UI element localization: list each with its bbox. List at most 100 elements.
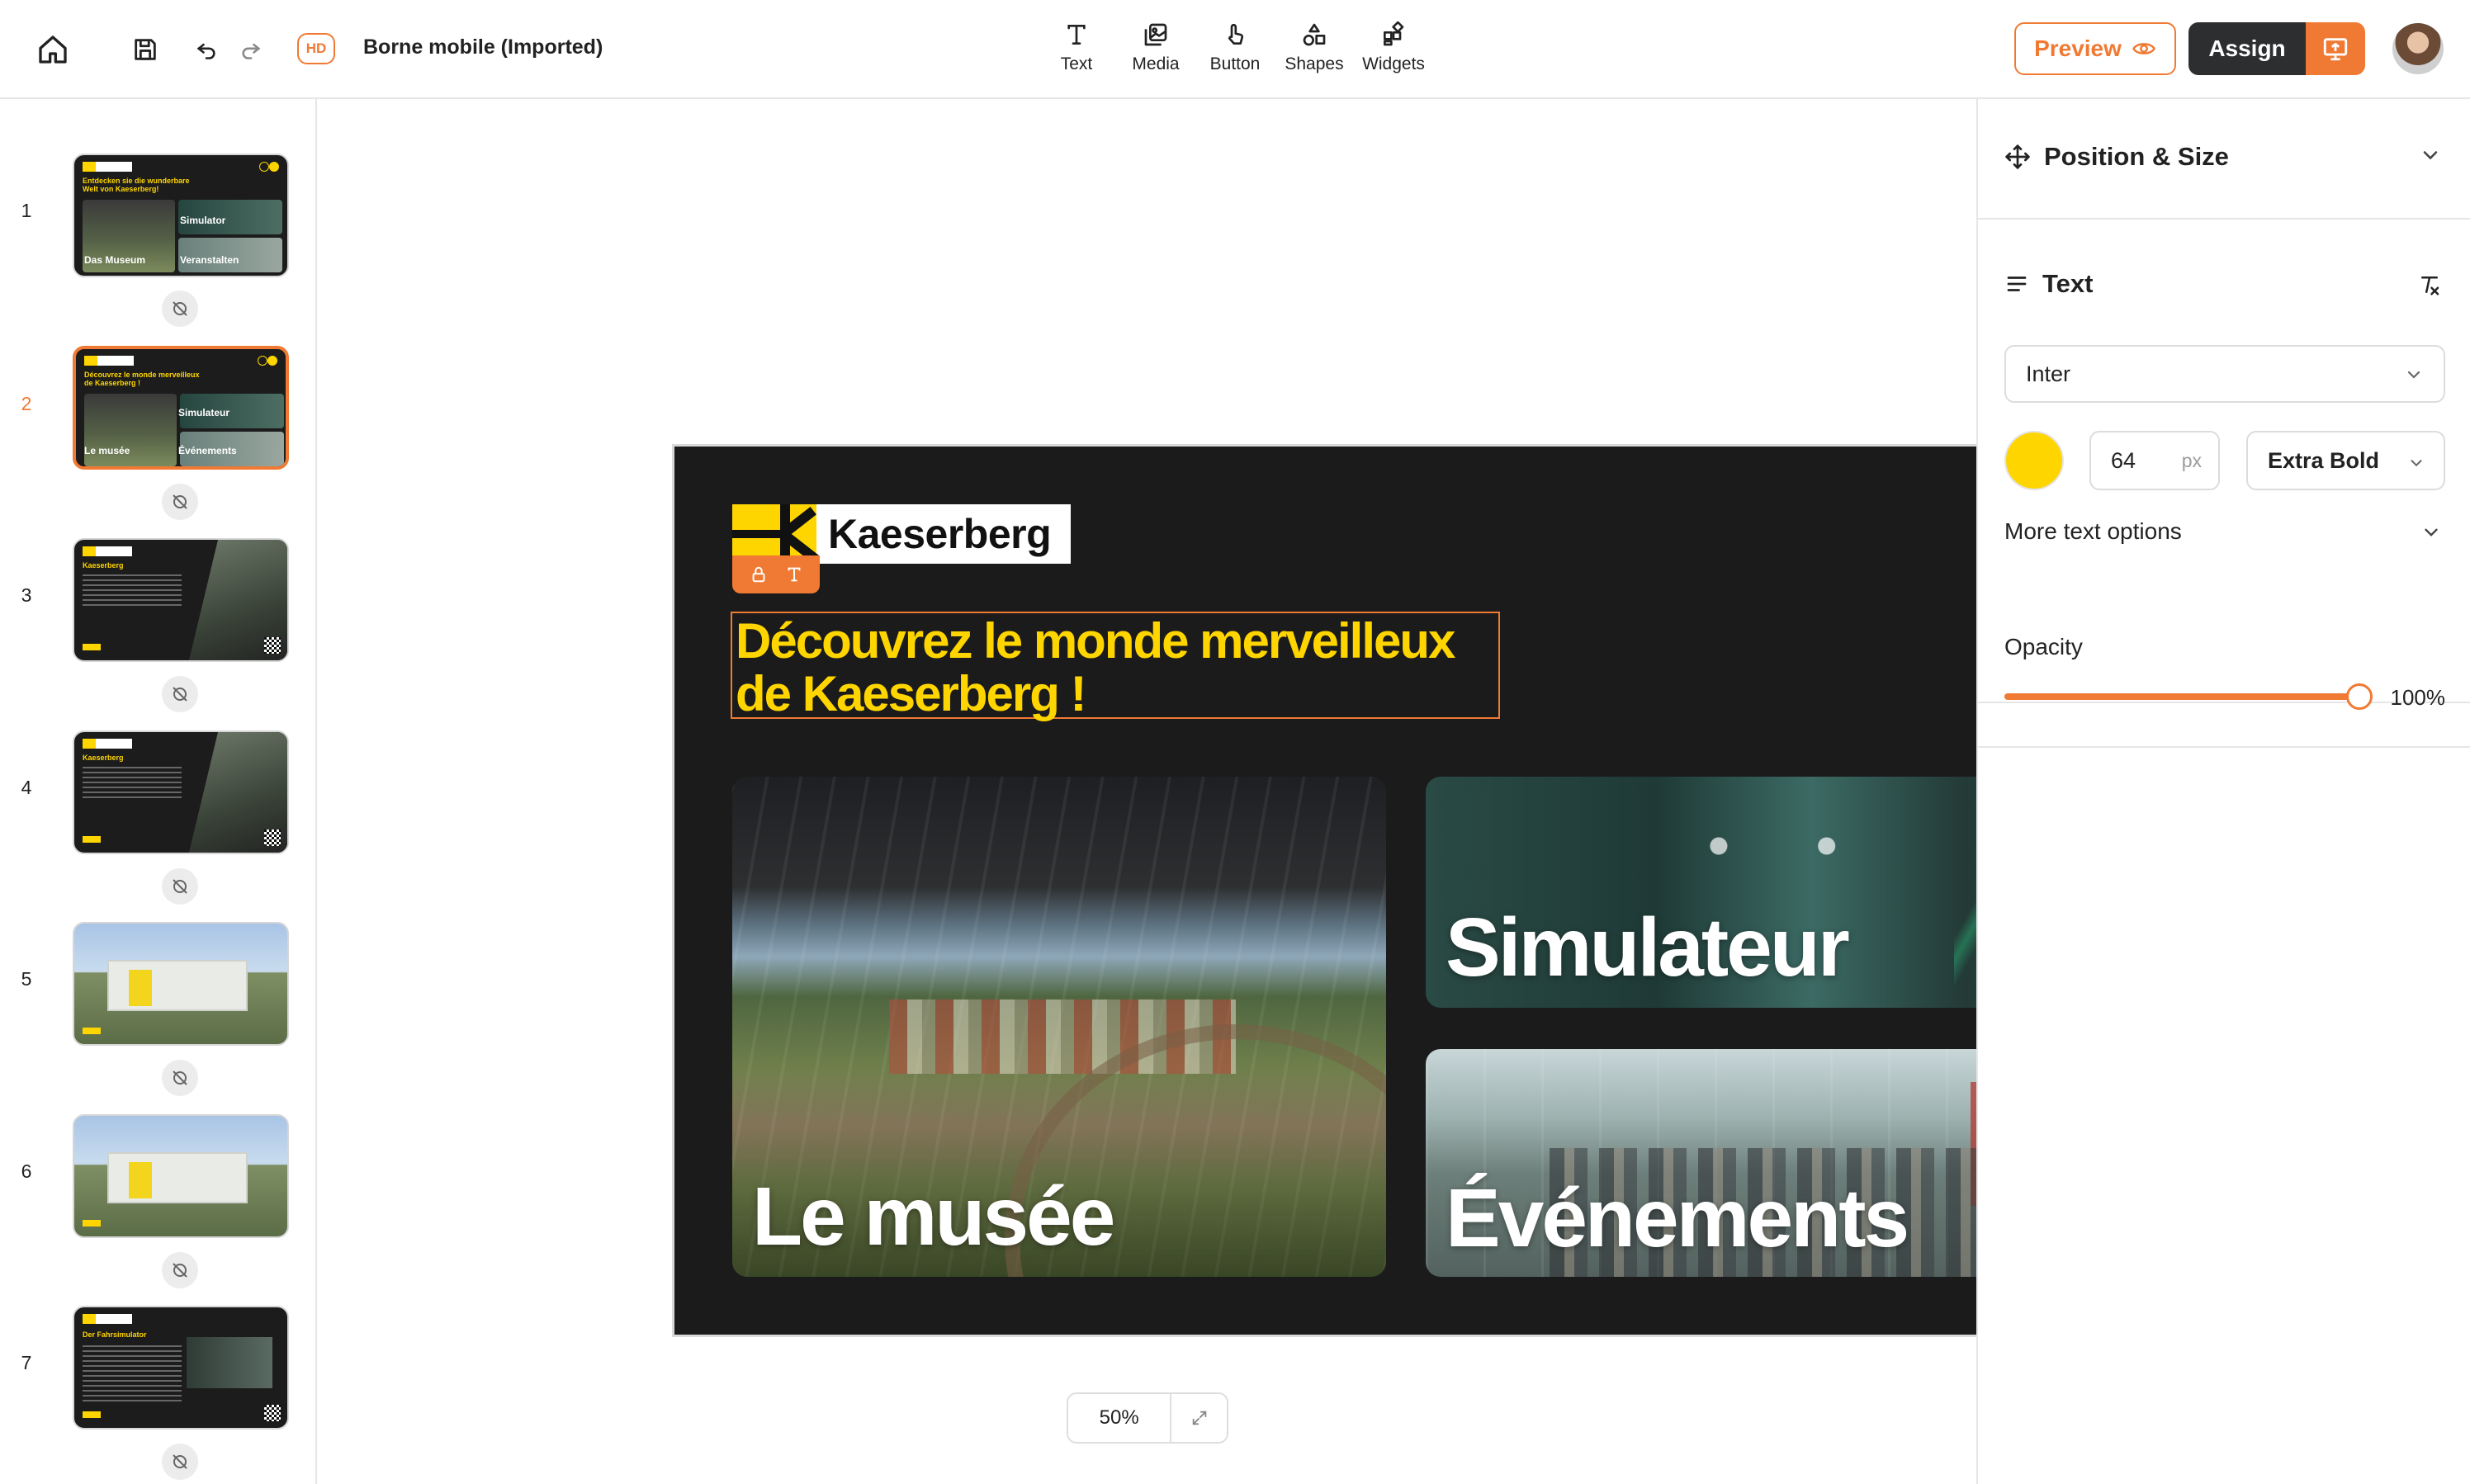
avatar[interactable] [2392, 23, 2444, 74]
hide-slide-toggle[interactable] [162, 1060, 198, 1096]
thumb-logo [83, 546, 132, 556]
thumb-logo [83, 162, 132, 172]
tool-shapes[interactable]: Shapes [1277, 18, 1351, 81]
font-weight-select[interactable]: Extra Bold [2246, 431, 2445, 490]
eye-icon [2132, 36, 2156, 61]
slide-rail: 1 Entdecken sie die wunderbare Welt von … [0, 99, 317, 1484]
selected-headline-text[interactable]: Découvrez le monde merveilleux de Kaeser… [731, 612, 1500, 721]
slide-thumbnail-3[interactable]: Kaeserberg [73, 538, 289, 662]
zoom-level[interactable]: 50% [1068, 1394, 1170, 1442]
thumb-title: Entdecken sie die wunderbare Welt von Ka… [83, 177, 190, 193]
hide-slide-toggle[interactable] [162, 484, 198, 520]
align-left-icon [2004, 272, 2029, 296]
tile-label-musee: Le musée [752, 1170, 1115, 1263]
assign-screen-button[interactable] [2306, 22, 2365, 75]
slide-thumbnail-6[interactable] [73, 1114, 289, 1238]
top-toolbar: HD Borne mobile (Imported) Text Media Bu… [0, 0, 2470, 99]
slide-thumbnail-2[interactable]: Découvrez le monde merveilleux de Kaeser… [73, 346, 289, 470]
expand-icon [1192, 1411, 1206, 1425]
document-title[interactable]: Borne mobile (Imported) [363, 35, 603, 59]
slide-thumbnail-7[interactable]: Der Fahrsimulator [73, 1306, 289, 1430]
logo-text: Kaeserberg [828, 511, 1052, 557]
font-family-select[interactable]: Inter [2004, 345, 2445, 403]
divider [1978, 746, 2470, 748]
thumb-button [83, 1028, 101, 1034]
canvas-area[interactable]: Kaeserberg Découvrez le monde merveilleu… [317, 99, 2255, 1484]
text-section-title: Text [2042, 269, 2094, 298]
thumb-title: Kaeserberg [83, 561, 124, 569]
eye-off-icon [173, 1263, 187, 1278]
tool-label: Button [1209, 54, 1261, 73]
hide-slide-toggle[interactable] [162, 676, 198, 712]
opacity-slider[interactable] [2004, 682, 2373, 711]
position-size-header[interactable]: Position & Size [2004, 142, 2229, 172]
text-icon [1063, 18, 1090, 51]
save-icon[interactable] [127, 31, 163, 68]
thumb-title: Kaeserberg [83, 754, 124, 762]
zoom-control: 50% [1067, 1392, 1228, 1444]
tool-widgets[interactable]: Widgets [1356, 18, 1431, 81]
chevron-down-icon [2404, 365, 2424, 390]
tool-label: Text [1060, 54, 1093, 73]
position-size-section: Position & Size [1978, 99, 2470, 220]
thumb-label: Das Museum [84, 254, 146, 266]
slider-thumb[interactable] [2346, 683, 2373, 710]
chevron-down-icon[interactable] [2419, 144, 2442, 171]
text-type-icon[interactable] [785, 565, 803, 584]
thumb-text-block [83, 574, 182, 606]
slide-number: 5 [21, 968, 32, 990]
font-size-input[interactable]: 64 px [2089, 431, 2220, 490]
tool-button[interactable]: Button [1198, 18, 1272, 81]
fit-screen-button[interactable] [1170, 1394, 1227, 1442]
thumb-label: Événements [178, 445, 237, 456]
thumb-label: Le musée [84, 445, 130, 456]
eye-off-icon [173, 879, 187, 894]
more-text-options-toggle[interactable]: More text options [2004, 518, 2445, 545]
selection-toolbar [732, 555, 820, 593]
qr-code-icon [264, 1405, 281, 1421]
tile-label-evenements: Événements [1446, 1172, 1909, 1264]
preview-button[interactable]: Preview [2014, 22, 2176, 75]
font-family-value: Inter [2026, 361, 2071, 386]
redo-icon[interactable] [236, 35, 266, 64]
font-weight-value: Extra Bold [2268, 447, 2380, 473]
undo-icon[interactable] [192, 35, 221, 64]
hd-badge[interactable]: HD [297, 33, 335, 64]
button-icon [1222, 18, 1248, 51]
slide-number: 1 [21, 200, 32, 221]
assign-button[interactable]: Assign [2188, 22, 2306, 75]
eye-off-icon [173, 687, 187, 702]
thumb-text-block [83, 1345, 182, 1403]
hide-slide-toggle[interactable] [162, 1252, 198, 1288]
position-size-title: Position & Size [2044, 142, 2229, 171]
text-section-header: Text [2004, 269, 2093, 299]
thumb-logo [84, 356, 134, 366]
tile-musee[interactable]: Le musée [732, 777, 1386, 1277]
properties-panel: Position & Size Text Inter 64 px Extra B… [1976, 99, 2470, 1484]
text-color-swatch[interactable] [2004, 431, 2064, 490]
hide-slide-toggle[interactable] [162, 291, 198, 327]
hide-slide-toggle[interactable] [162, 868, 198, 905]
widgets-icon [1380, 18, 1407, 51]
lock-icon[interactable] [750, 565, 768, 584]
slide-thumbnail-5[interactable] [73, 922, 289, 1046]
more-text-options-label: More text options [2004, 518, 2182, 544]
tile-label-simulateur: Simulateur [1446, 901, 1850, 994]
qr-code-icon [264, 637, 281, 654]
slide-thumbnail-4[interactable]: Kaeserberg [73, 730, 289, 854]
font-size-value: 64 [2111, 447, 2136, 473]
thumb-title: Découvrez le monde merveilleux de Kaeser… [84, 371, 200, 387]
thumb-text-block [83, 767, 182, 798]
slide-number: 6 [21, 1160, 32, 1182]
opacity-label: Opacity [2004, 634, 2083, 659]
clear-format-icon[interactable] [2417, 272, 2442, 301]
opacity-value: 100% [2390, 685, 2446, 710]
hide-slide-toggle[interactable] [162, 1444, 198, 1480]
tool-text[interactable]: Text [1039, 18, 1114, 81]
home-icon[interactable] [31, 30, 74, 69]
slide-thumbnail-1[interactable]: Entdecken sie die wunderbare Welt von Ka… [73, 154, 289, 277]
preview-label: Preview [2034, 35, 2122, 61]
headline-line-2: de Kaeserberg ! [736, 666, 1087, 721]
tool-media[interactable]: Media [1119, 18, 1193, 81]
thumb-logo [83, 739, 132, 749]
